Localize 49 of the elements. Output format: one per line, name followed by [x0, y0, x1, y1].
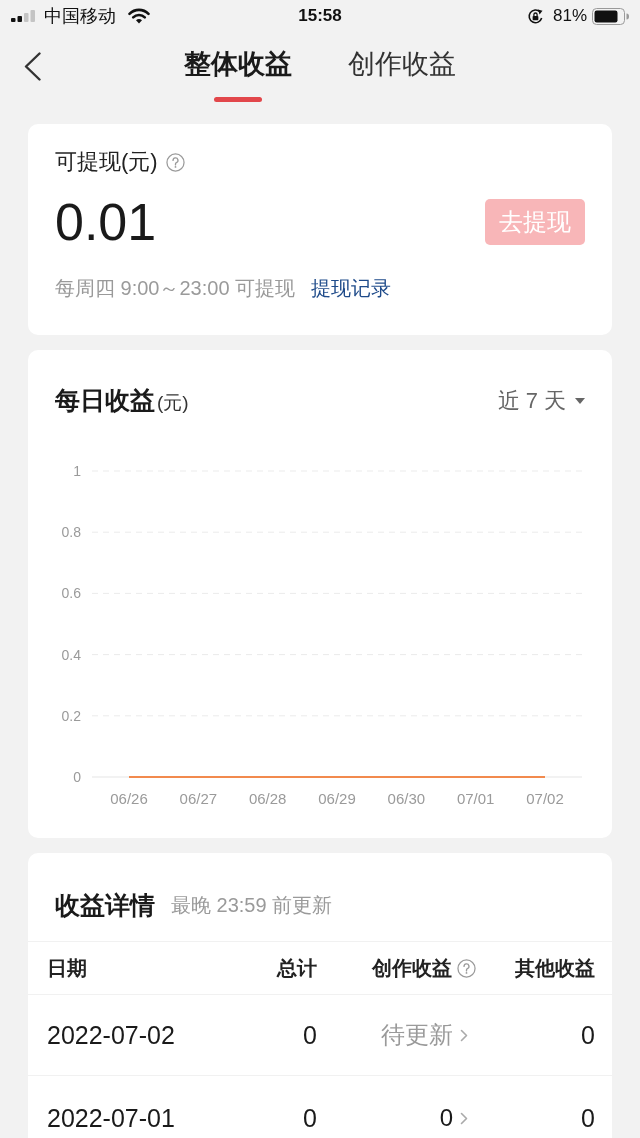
- y-axis-label: 0.6: [61, 585, 81, 602]
- tab[interactable]: 创作收益: [348, 45, 456, 83]
- carrier-name: 中国移动: [44, 5, 116, 27]
- clock-time: 15:58: [298, 5, 342, 27]
- column-header: 创作收益: [372, 956, 452, 981]
- column-header: 总计: [277, 956, 317, 981]
- date-cell: 2022-07-02: [47, 1021, 175, 1049]
- balance-amount: 0.01: [55, 192, 157, 252]
- update-note: 最晚 23:59 前更新: [171, 893, 333, 918]
- battery-percent: 81%: [552, 5, 587, 27]
- wifi-icon: [128, 8, 150, 24]
- y-axis-label: 0: [73, 769, 81, 785]
- x-axis-label: 07/01: [456, 789, 495, 807]
- table-cell: 0: [303, 1021, 317, 1049]
- x-axis-label: 07/02: [526, 789, 564, 807]
- y-axis-label: 0.8: [61, 524, 81, 541]
- help-icon: [165, 152, 185, 172]
- caret-down-icon: [575, 398, 585, 404]
- chevron-right-icon: [460, 1028, 468, 1042]
- signal-icon: [11, 10, 35, 22]
- column-header: 其他收益: [515, 956, 595, 981]
- withdraw-records-link[interactable]: 提现记录: [311, 275, 392, 301]
- withdraw-schedule: 每周四 9:00～23:00 可提现: [55, 276, 296, 301]
- table-cell: 0: [581, 1104, 595, 1132]
- rotation-lock-icon: [526, 7, 544, 25]
- table-cell: 0: [581, 1021, 595, 1049]
- x-axis-label: 06/30: [387, 789, 426, 807]
- back-button[interactable]: [24, 52, 41, 81]
- chevron-right-icon: [460, 1111, 468, 1125]
- help-icon: [457, 958, 476, 978]
- balance-label: 可提现(元): [55, 148, 158, 176]
- x-axis-label: 06/26: [110, 789, 148, 807]
- x-axis-label: 06/27: [179, 789, 218, 807]
- table-cell: 0: [303, 1104, 317, 1132]
- y-axis-label: 0.4: [61, 646, 81, 663]
- tab[interactable]: 整体收益: [184, 45, 292, 83]
- range-dropdown[interactable]: 近 7 天: [497, 386, 585, 416]
- column-header: 日期: [47, 956, 87, 981]
- battery-icon: [592, 7, 629, 25]
- x-axis-label: 06/28: [248, 789, 287, 807]
- chart-title: 每日收益: [55, 384, 155, 415]
- y-axis-label: 1: [73, 463, 81, 479]
- chevron-left-icon: [24, 52, 41, 81]
- x-axis-label: 06/29: [318, 789, 356, 807]
- unit-label: (元): [157, 390, 189, 415]
- date-cell: 2022-07-01: [47, 1104, 175, 1132]
- details-title: 收益详情: [55, 890, 155, 920]
- y-axis-label: 0.2: [61, 707, 81, 724]
- creation-income-link[interactable]: 0: [439, 1104, 468, 1132]
